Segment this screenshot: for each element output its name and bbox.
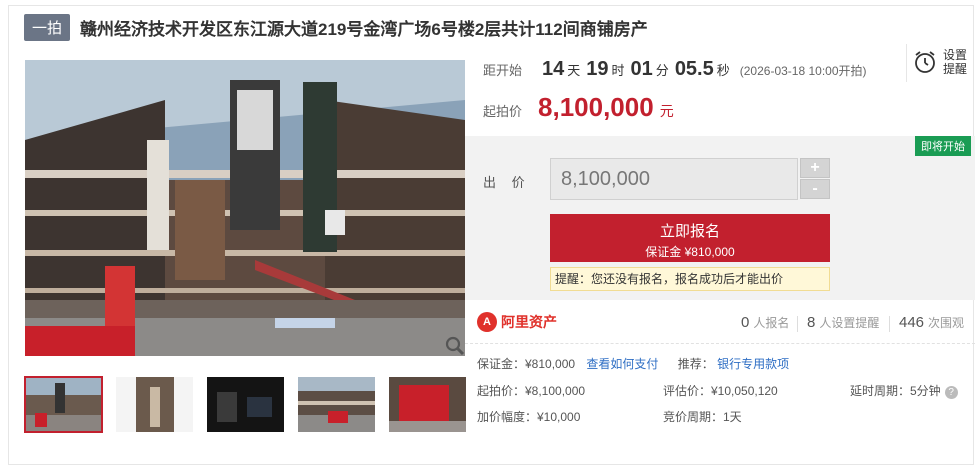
divider bbox=[889, 316, 890, 332]
countdown-minutes: 01 bbox=[630, 58, 653, 80]
thumbnail-4[interactable] bbox=[298, 377, 375, 432]
start-price-value: 8,100,000 bbox=[538, 92, 654, 122]
zoom-icon[interactable] bbox=[444, 335, 466, 357]
countdown-label: 距开始 bbox=[483, 63, 523, 78]
countdown-days-unit: 天 bbox=[567, 63, 581, 78]
alibaba-logo-icon: A bbox=[477, 312, 497, 332]
decrease-bid-button[interactable]: - bbox=[800, 179, 830, 199]
status-badge: 即将开始 bbox=[915, 136, 971, 156]
main-photo[interactable] bbox=[25, 60, 465, 356]
signup-reminder-tip: 提醒：您还没有报名，报名成功后才能出价 bbox=[550, 267, 830, 291]
cycle-detail: 竞价周期：1天 bbox=[663, 410, 742, 424]
thumbnail-3[interactable] bbox=[207, 377, 284, 432]
page-title: 赣州经济技术开发区东江源大道219号金湾广场6号楼2层共计112间商铺房产 bbox=[80, 19, 648, 39]
signup-button[interactable]: 立即报名 保证金 ¥810,000 bbox=[550, 214, 830, 262]
auction-summary: 距开始 14 天 19 时 01 分 05.5 秒 (2026-03-18 10… bbox=[475, 44, 975, 136]
countdown-hours-unit: 时 bbox=[611, 63, 625, 78]
increment-detail: 加价幅度：¥10,000 bbox=[477, 410, 581, 424]
logo-text: 阿里资产 bbox=[501, 314, 557, 330]
start-price-row: 起拍价 8,100,000 元 bbox=[483, 92, 674, 123]
divider bbox=[797, 316, 798, 332]
start-time: (2026-03-18 10:00开拍) bbox=[739, 64, 867, 78]
start-price-unit: 元 bbox=[659, 103, 674, 119]
delay-detail: 延时周期：5分钟? bbox=[850, 382, 958, 399]
stats-row: A 阿里资产 0 人报名 8 人设置提醒 446 次围观 bbox=[465, 302, 975, 344]
signup-label: 立即报名 bbox=[659, 223, 720, 240]
countdown-seconds: 05.5 bbox=[674, 58, 714, 80]
applicants-count: 0 bbox=[741, 314, 750, 331]
thumbnail-5[interactable] bbox=[389, 377, 466, 432]
countdown-hours: 19 bbox=[586, 58, 609, 80]
bid-panel: 即将开始 出 价 8,100,000 + - 立即报名 保证金 ¥810,000… bbox=[465, 136, 975, 300]
help-icon[interactable]: ? bbox=[944, 386, 958, 399]
countdown-days: 14 bbox=[542, 58, 565, 80]
bid-label: 出 价 bbox=[483, 175, 531, 190]
thumbnail-2[interactable] bbox=[116, 377, 193, 432]
mall-atrium-image bbox=[25, 60, 465, 356]
views-label: 次围观 bbox=[928, 316, 965, 330]
deposit-row: 保证金：¥810,000 查看如何支付 推荐： 银行专用款项 bbox=[477, 355, 789, 372]
auction-round-tag: 一拍 bbox=[24, 13, 71, 41]
appraisal-detail: 评估价：¥10,050,120 bbox=[663, 384, 778, 398]
delay-value: 延时周期：5分钟 bbox=[850, 384, 941, 398]
how-to-pay-link[interactable]: 查看如何支付 bbox=[586, 357, 658, 371]
start-price-label: 起拍价 bbox=[483, 104, 523, 119]
recommend-label: 推荐： bbox=[677, 357, 714, 371]
countdown-minutes-unit: 分 bbox=[655, 63, 669, 78]
views-stat: 446 次围观 bbox=[899, 314, 964, 332]
applicants-label: 人报名 bbox=[753, 316, 790, 330]
start-price-detail: 起拍价：¥8,100,000 bbox=[477, 384, 586, 398]
alibaba-assets-logo[interactable]: A 阿里资产 bbox=[477, 312, 557, 332]
reminders-count: 8 bbox=[807, 314, 816, 331]
title-row: 一拍 赣州经济技术开发区东江源大道219号金湾广场6号楼2层共计112间商铺房产 bbox=[24, 12, 648, 42]
set-reminder-button[interactable]: 设置提醒 bbox=[906, 44, 967, 82]
thumbnail-1[interactable] bbox=[24, 376, 103, 433]
countdown-seconds-unit: 秒 bbox=[716, 63, 730, 78]
countdown: 距开始 14 天 19 时 01 分 05.5 秒 (2026-03-18 10… bbox=[483, 58, 867, 81]
views-count: 446 bbox=[899, 314, 925, 331]
reminders-label: 人设置提醒 bbox=[819, 316, 880, 330]
bid-amount-input[interactable]: 8,100,000 bbox=[550, 158, 798, 200]
increase-bid-button[interactable]: + bbox=[800, 158, 830, 178]
reminder-label: 设置提醒 bbox=[943, 48, 968, 76]
signup-deposit: 保证金 ¥810,000 bbox=[645, 245, 735, 259]
alarm-clock-icon bbox=[915, 51, 935, 73]
deposit-value: 保证金：¥810,000 bbox=[477, 357, 576, 371]
reminders-stat: 8 人设置提醒 bbox=[807, 314, 879, 332]
applicants-stat: 0 人报名 bbox=[741, 314, 789, 332]
bank-funds-link[interactable]: 银行专用款项 bbox=[717, 357, 789, 371]
thumbnail-strip bbox=[24, 376, 466, 433]
